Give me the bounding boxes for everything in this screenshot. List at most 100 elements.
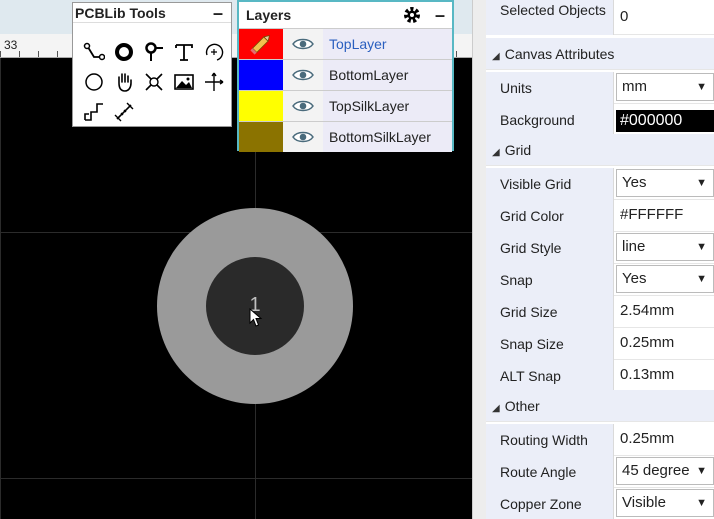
collapse-triangle-icon: ◢ bbox=[492, 51, 500, 62]
prop-visible-grid: Visible Grid Yes ▼ bbox=[486, 168, 714, 200]
dimension-icon[interactable] bbox=[109, 97, 139, 127]
pcblib-tools-palette: PCBLib Tools – bbox=[72, 2, 232, 127]
pencil-icon bbox=[250, 34, 271, 55]
layer-name[interactable]: BottomLayer bbox=[323, 60, 452, 90]
circle-icon[interactable] bbox=[79, 67, 109, 97]
pan-hand-icon[interactable] bbox=[109, 67, 139, 97]
prop-units: Units mm ▼ bbox=[486, 72, 714, 104]
layers-title: Layers – bbox=[239, 2, 452, 28]
eye-icon[interactable] bbox=[283, 91, 323, 121]
snap-size-input[interactable]: 0.25mm bbox=[616, 328, 714, 360]
prop-label: Grid Color bbox=[486, 200, 614, 232]
prop-label: Selected Objects bbox=[486, 0, 614, 35]
dropdown-arrow-icon: ▼ bbox=[696, 273, 707, 285]
track-icon[interactable] bbox=[79, 37, 109, 67]
section-label: Other bbox=[504, 398, 540, 414]
mouse-cursor-icon bbox=[249, 308, 263, 327]
layer-color-swatch[interactable] bbox=[239, 29, 283, 59]
select-value: mm bbox=[622, 78, 647, 95]
prop-background: Background #000000 bbox=[486, 104, 714, 136]
background-color-field[interactable]: #000000 bbox=[616, 110, 714, 132]
polyline-icon[interactable] bbox=[79, 97, 109, 127]
layer-row-top[interactable]: TopLayer bbox=[239, 28, 452, 59]
prop-alt-snap: ALT Snap 0.13mm bbox=[486, 360, 714, 392]
prop-label: ALT Snap bbox=[486, 360, 614, 392]
text-icon[interactable] bbox=[169, 37, 199, 67]
layer-row-bottomsilk[interactable]: BottomSilkLayer bbox=[239, 121, 452, 152]
prop-label: Routing Width bbox=[486, 424, 614, 456]
select-value: 45 degree bbox=[622, 462, 690, 479]
arc-icon[interactable] bbox=[199, 37, 229, 67]
layer-row-topsilk[interactable]: TopSilkLayer bbox=[239, 90, 452, 121]
tools-title-text: PCBLib Tools bbox=[75, 5, 166, 21]
tools-title: PCBLib Tools – bbox=[73, 3, 231, 23]
select-value: Visible bbox=[622, 494, 666, 511]
prop-snap: Snap Yes ▼ bbox=[486, 264, 714, 296]
via-icon[interactable] bbox=[139, 37, 169, 67]
dropdown-arrow-icon: ▼ bbox=[696, 497, 707, 509]
layers-panel: Layers – TopLayer BottomLayer TopSilkLay… bbox=[237, 0, 454, 152]
properties-panel: Selected Objects 0 ◢ Canvas Attributes Un… bbox=[486, 0, 714, 519]
grid-line bbox=[0, 58, 1, 519]
grid-line bbox=[0, 478, 472, 479]
section-grid[interactable]: ◢ Grid bbox=[486, 134, 714, 166]
select-value: Yes bbox=[622, 174, 647, 191]
collapse-triangle-icon: ◢ bbox=[492, 403, 500, 414]
prop-label: Grid Style bbox=[486, 232, 614, 264]
grid-size-input[interactable]: 2.54mm bbox=[616, 296, 714, 328]
section-label: Grid bbox=[504, 142, 532, 158]
gear-icon[interactable] bbox=[402, 5, 422, 29]
layer-color-swatch[interactable] bbox=[239, 122, 283, 152]
visible-grid-select[interactable]: Yes ▼ bbox=[616, 169, 714, 197]
route-angle-select[interactable]: 45 degree ▼ bbox=[616, 457, 714, 485]
layer-row-bottom[interactable]: BottomLayer bbox=[239, 59, 452, 90]
snap-select[interactable]: Yes ▼ bbox=[616, 265, 714, 293]
units-select[interactable]: mm ▼ bbox=[616, 73, 714, 101]
dropdown-arrow-icon: ▼ bbox=[696, 81, 707, 93]
collapse-triangle-icon: ◢ bbox=[492, 147, 500, 158]
layers-minimize-button[interactable]: – bbox=[435, 2, 445, 28]
image-icon[interactable] bbox=[169, 67, 199, 97]
prop-label: Units bbox=[486, 72, 614, 104]
section-other[interactable]: ◢ Other bbox=[486, 390, 714, 422]
prop-route-angle: Route Angle 45 degree ▼ bbox=[486, 456, 714, 488]
layers-title-text: Layers bbox=[246, 7, 292, 23]
section-label: Canvas Attributes bbox=[504, 46, 615, 62]
prop-value: 0 bbox=[620, 8, 629, 25]
prop-grid-style: Grid Style line ▼ bbox=[486, 232, 714, 264]
eye-icon[interactable] bbox=[283, 29, 323, 59]
eye-icon[interactable] bbox=[283, 122, 323, 152]
move-icon[interactable] bbox=[199, 67, 229, 97]
alt-snap-input[interactable]: 0.13mm bbox=[616, 360, 714, 392]
select-value: line bbox=[622, 238, 646, 255]
layer-color-swatch[interactable] bbox=[239, 60, 283, 90]
copper-zone-select[interactable]: Visible ▼ bbox=[616, 489, 714, 517]
dropdown-arrow-icon: ▼ bbox=[696, 177, 707, 189]
prop-label: Snap bbox=[486, 264, 614, 296]
layer-name[interactable]: BottomSilkLayer bbox=[323, 122, 452, 152]
prop-label: Copper Zone bbox=[486, 488, 614, 519]
measure-icon[interactable] bbox=[139, 67, 169, 97]
properties-scrollbar[interactable] bbox=[472, 0, 486, 519]
prop-routing-width: Routing Width 0.25mm bbox=[486, 424, 714, 456]
select-value: Yes bbox=[622, 270, 647, 287]
ruler-label: 33 bbox=[4, 38, 18, 52]
grid-color-field[interactable]: #FFFFFF bbox=[616, 200, 714, 232]
layer-name[interactable]: TopSilkLayer bbox=[323, 91, 452, 121]
prop-label: Visible Grid bbox=[486, 168, 614, 200]
eye-icon[interactable] bbox=[283, 60, 323, 90]
prop-label: Snap Size bbox=[486, 328, 614, 360]
prop-grid-color: Grid Color #FFFFFF bbox=[486, 200, 714, 232]
grid-style-select[interactable]: line ▼ bbox=[616, 233, 714, 261]
prop-label: Route Angle bbox=[486, 456, 614, 488]
routing-width-input[interactable]: 0.25mm bbox=[616, 424, 714, 456]
prop-snap-size: Snap Size 0.25mm bbox=[486, 328, 714, 360]
layer-color-swatch[interactable] bbox=[239, 91, 283, 121]
tools-grid bbox=[79, 37, 229, 127]
tools-minimize-button[interactable]: – bbox=[213, 3, 223, 23]
pad-icon[interactable] bbox=[109, 37, 139, 67]
section-canvas-attributes[interactable]: ◢ Canvas Attributes bbox=[486, 38, 714, 70]
dropdown-arrow-icon: ▼ bbox=[696, 241, 707, 253]
prop-copper-zone: Copper Zone Visible ▼ bbox=[486, 488, 714, 519]
layer-name[interactable]: TopLayer bbox=[323, 29, 452, 59]
